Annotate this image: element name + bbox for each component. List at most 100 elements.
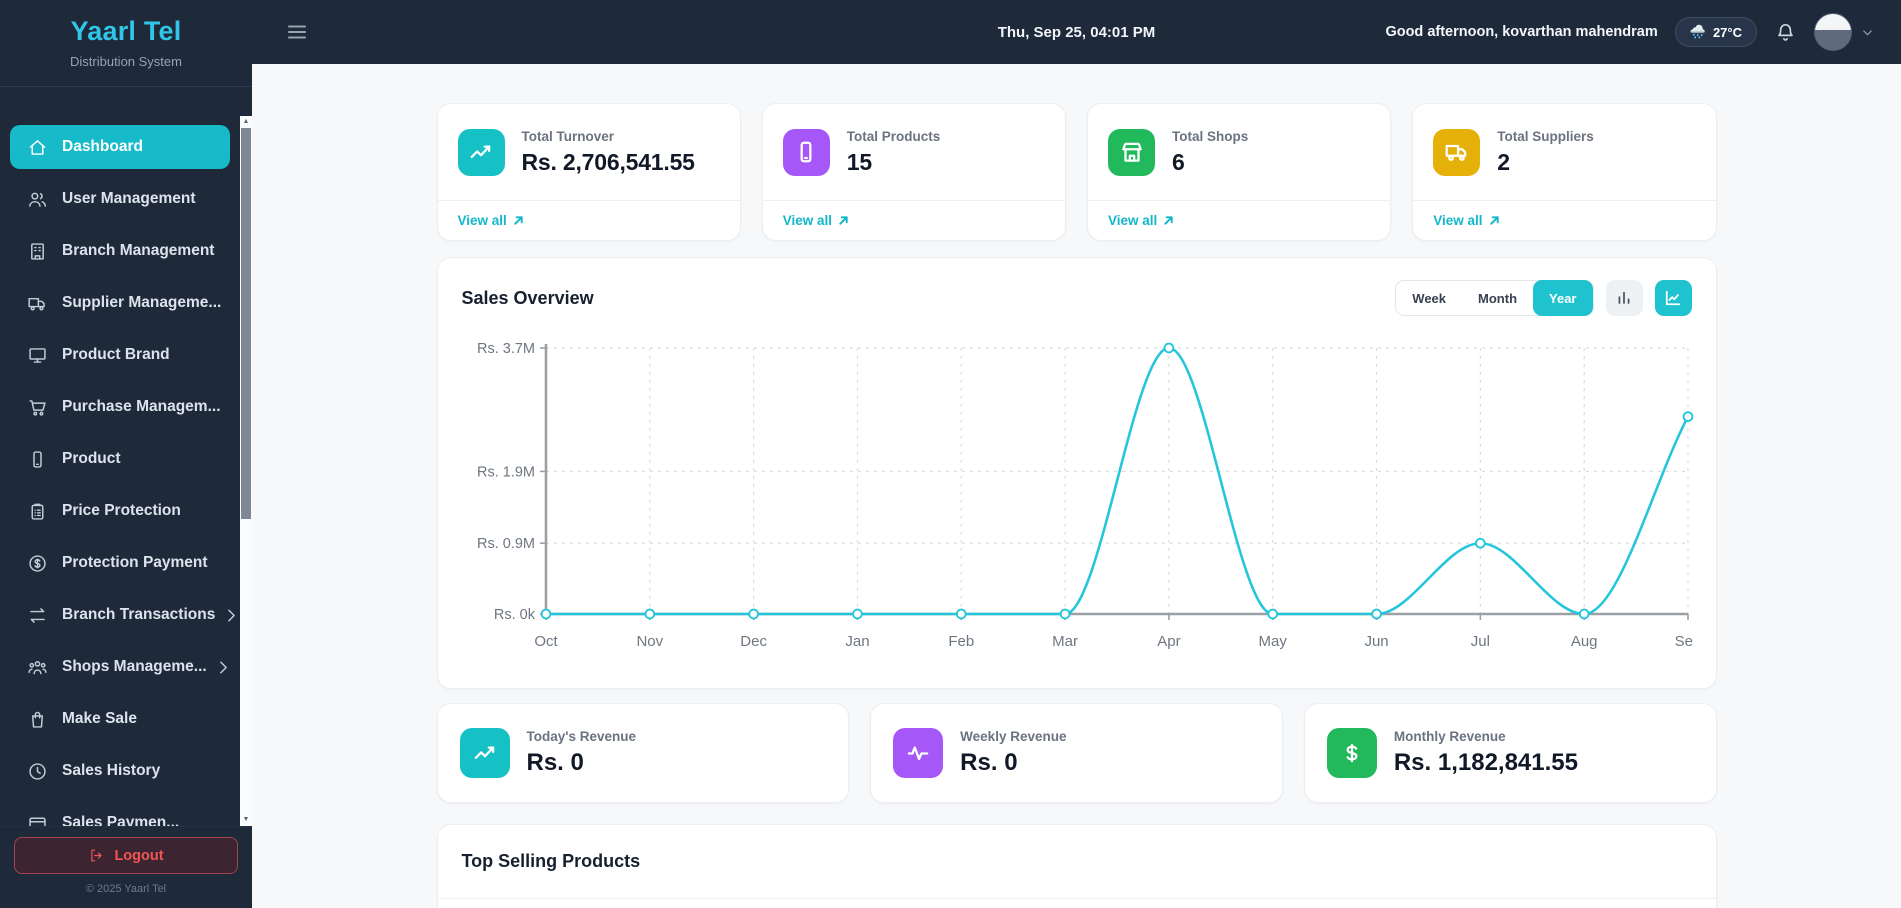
svg-text:Rs. 0.9M: Rs. 0.9M xyxy=(476,536,534,552)
sidebar-item-make-sale[interactable]: Make Sale xyxy=(10,697,230,741)
chevron-down-icon xyxy=(1863,29,1872,35)
scroll-down-icon[interactable]: ▼ xyxy=(240,814,252,826)
sidebar-item-label: Supplier Manageme... xyxy=(62,294,222,311)
scroll-up-icon[interactable]: ▲ xyxy=(240,116,252,128)
sidebar-item-label: Product xyxy=(62,450,121,467)
stat-label: Total Turnover xyxy=(521,128,615,144)
logout-button[interactable]: Logout xyxy=(14,837,238,874)
line-chart-toggle-button[interactable] xyxy=(1654,280,1692,316)
sidebar-item-shops-management[interactable]: Shops Manageme... xyxy=(10,645,230,689)
trending-up-icon xyxy=(474,746,494,760)
revenue-card-today: Today's Revenue Rs. 0 xyxy=(436,703,850,803)
sidebar-nav: Dashboard User Management Branch Managem… xyxy=(0,116,240,826)
sidebar-item-purchase-management[interactable]: Purchase Managem... xyxy=(10,385,230,429)
stat-card-total-shops: Total Shops 6 View all xyxy=(1087,103,1392,241)
view-all-products-link[interactable]: View all xyxy=(783,213,849,228)
sidebar-item-label: Dashboard xyxy=(62,138,143,155)
sidebar-item-label: Product Brand xyxy=(62,346,170,363)
svg-text:Aug: Aug xyxy=(1570,633,1597,650)
user-menu[interactable] xyxy=(1814,13,1875,51)
main-content: Total Turnover Rs. 2,706,541.55 View all… xyxy=(252,64,1901,908)
stat-label: Total Suppliers xyxy=(1497,128,1594,144)
divider xyxy=(437,898,1716,899)
sidebar-scrollbar[interactable]: ▲ ▼ xyxy=(240,116,252,826)
view-all-shops-link[interactable]: View all xyxy=(1108,213,1174,228)
view-all-turnover-link[interactable]: View all xyxy=(458,213,524,228)
bar-chart-icon xyxy=(1618,291,1630,304)
range-month-button[interactable]: Month xyxy=(1462,280,1533,316)
bar-chart-toggle-button[interactable] xyxy=(1605,280,1643,316)
svg-text:Rs. 3.7M: Rs. 3.7M xyxy=(476,341,534,357)
svg-text:Apr: Apr xyxy=(1157,633,1180,650)
trending-up-icon xyxy=(470,145,491,159)
svg-text:Sep: Sep xyxy=(1674,633,1693,650)
sidebar-item-sales-history[interactable]: Sales History xyxy=(10,749,230,793)
home-icon xyxy=(29,139,46,155)
sales-overview-title: Sales Overview xyxy=(461,287,594,308)
range-week-button[interactable]: Week xyxy=(1396,280,1462,316)
sidebar-item-protection-payment[interactable]: Protection Payment xyxy=(10,541,230,585)
svg-text:Oct: Oct xyxy=(534,633,558,650)
sidebar-item-product[interactable]: Product xyxy=(10,437,230,481)
stat-label: Total Products xyxy=(846,128,941,144)
view-all-suppliers-link[interactable]: View all xyxy=(1433,213,1499,228)
svg-text:May: May xyxy=(1258,633,1287,650)
svg-text:Rs. 0k: Rs. 0k xyxy=(493,607,535,623)
revenue-label: Today's Revenue xyxy=(526,729,637,744)
menu-icon xyxy=(287,25,307,39)
sales-line-chart: Rs. 3.7M Rs. 1.9M Rs. 0.9M Rs. 0k Oct Nov Dec J… xyxy=(476,341,1700,650)
app-title: Yaarl Tel xyxy=(70,16,182,46)
datetime-display: Thu, Sep 25, 04:01 PM xyxy=(997,23,1156,41)
revenue-value: Rs. 1,182,841.55 xyxy=(1393,749,1578,776)
sidebar-item-label: Price Protection xyxy=(62,502,181,519)
svg-text:Rs. 1.9M: Rs. 1.9M xyxy=(476,464,534,480)
stat-value: 6 xyxy=(1172,148,1185,175)
range-year-button[interactable]: Year xyxy=(1533,280,1593,316)
notifications-button[interactable] xyxy=(1774,21,1797,44)
top-selling-title: Top Selling Products xyxy=(461,851,641,871)
scrollbar-thumb[interactable] xyxy=(241,128,251,519)
cart-icon xyxy=(29,399,46,416)
sidebar-item-branch-management[interactable]: Branch Management xyxy=(10,229,230,273)
smartphone-icon xyxy=(800,141,812,163)
truck-icon xyxy=(28,297,45,311)
sidebar-item-sales-payment[interactable]: Sales Paymen... xyxy=(10,801,230,826)
sidebar-item-branch-transactions[interactable]: Branch Transactions xyxy=(10,593,236,637)
sidebar-item-label: Branch Transactions xyxy=(62,606,216,623)
dollar-icon xyxy=(1346,743,1358,763)
sidebar-item-price-protection[interactable]: Price Protection xyxy=(10,489,230,533)
chevron-right-icon xyxy=(228,609,236,621)
dollar-circle-icon xyxy=(29,554,46,572)
transfer-icon xyxy=(30,607,45,623)
stat-value: 15 xyxy=(846,148,872,175)
sidebar-item-product-brand[interactable]: Product Brand xyxy=(10,333,230,377)
stats-row: Total Turnover Rs. 2,706,541.55 View all… xyxy=(436,103,1717,241)
sidebar-toggle-button[interactable] xyxy=(285,20,309,44)
avatar[interactable] xyxy=(1814,13,1852,51)
svg-text:Mar: Mar xyxy=(1052,633,1078,650)
revenue-row: Today's Revenue Rs. 0 Weekly Revenue Rs.… xyxy=(436,703,1717,803)
stat-value: 2 xyxy=(1497,148,1510,175)
sidebar-item-dashboard[interactable]: Dashboard xyxy=(10,125,230,169)
revenue-card-monthly: Monthly Revenue Rs. 1,182,841.55 xyxy=(1303,703,1717,803)
sidebar-item-supplier-management[interactable]: Supplier Manageme... xyxy=(10,281,230,325)
range-segmented-control: Week Month Year xyxy=(1395,280,1594,316)
store-icon xyxy=(1121,142,1142,162)
svg-text:Nov: Nov xyxy=(636,633,663,650)
logout-label: Logout xyxy=(114,847,164,864)
svg-text:Jul: Jul xyxy=(1470,633,1489,650)
chevron-right-icon xyxy=(219,661,227,673)
copyright: © 2025 Yaarl Tel xyxy=(85,883,167,895)
svg-text:Dec: Dec xyxy=(740,633,767,650)
brand: Yaarl Tel Distribution System xyxy=(0,0,252,69)
stat-value: Rs. 2,706,541.55 xyxy=(521,148,695,175)
revenue-card-weekly: Weekly Revenue Rs. 0 xyxy=(870,703,1283,803)
arrow-up-right-icon xyxy=(1164,216,1173,225)
svg-text:Feb: Feb xyxy=(948,633,974,650)
sidebar-item-label: User Management xyxy=(62,190,196,207)
clock-icon xyxy=(29,762,46,780)
sidebar-item-user-management[interactable]: User Management xyxy=(10,177,230,221)
greeting-text: Good afternoon, kovarthan mahendram xyxy=(1385,24,1658,40)
sidebar-item-label: Protection Payment xyxy=(62,554,208,571)
weather-badge: 🌧️ 27°C xyxy=(1674,17,1757,47)
